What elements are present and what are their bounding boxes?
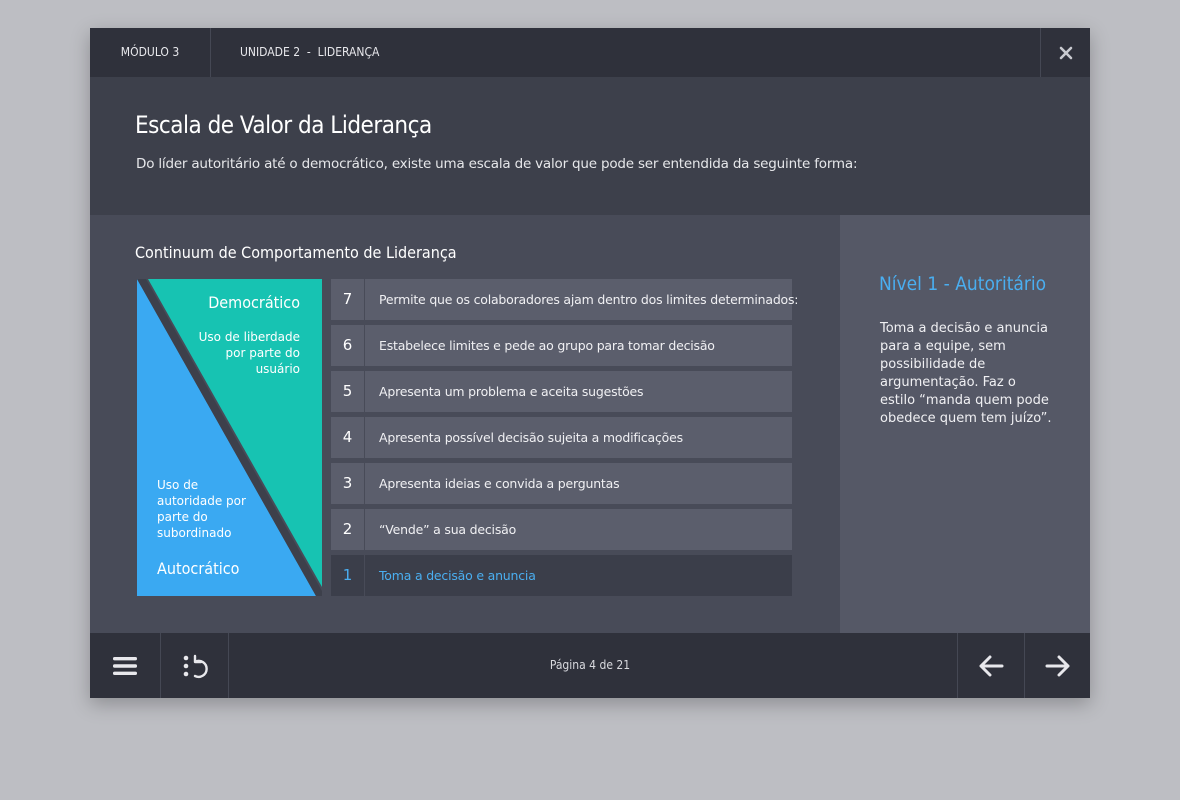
module-label: MÓDULO 3	[90, 28, 211, 77]
previous-page-button[interactable]	[957, 633, 1024, 698]
level-detail-text: Toma a decisão e anuncia para a equipe, …	[880, 321, 1052, 426]
level-row-2[interactable]: 2 “Vende” a sua decisão	[331, 509, 792, 550]
close-button[interactable]	[1040, 28, 1090, 77]
lesson-window: MÓDULO 3 UNIDADE 2 - LIDERANÇA Escala de…	[90, 28, 1090, 698]
level-number: 7	[331, 279, 365, 320]
footer-bar: Página 4 de 21	[90, 633, 1090, 698]
level-number: 2	[331, 509, 365, 550]
unit-label: UNIDADE 2 - LIDERANÇA	[240, 45, 380, 59]
level-row-5[interactable]: 5 Apresenta um problema e aceita sugestõ…	[331, 371, 792, 412]
page-indicator: Página 4 de 21	[549, 658, 631, 672]
level-row-1[interactable]: 1 Toma a decisão e anuncia	[331, 555, 792, 596]
arrow-left-icon	[979, 655, 1004, 676]
arrow-right-icon	[1045, 655, 1070, 676]
section-title: Continuum de Comportamento de Liderança	[135, 243, 457, 262]
page-title: Escala de Valor da Liderança	[135, 111, 432, 139]
level-text: Apresenta ideias e convida a perguntas	[379, 476, 620, 491]
continuum-triangles	[137, 279, 322, 596]
level-row-6[interactable]: 6 Estabelece limites e pede ao grupo par…	[331, 325, 792, 366]
democratic-title: Democrático	[208, 293, 300, 312]
level-detail-title: Nível 1 - Autoritário	[879, 273, 1047, 295]
close-icon	[1059, 46, 1072, 59]
level-number: 6	[331, 325, 365, 366]
page-header: Escala de Valor da Liderança Do líder au…	[90, 77, 1090, 215]
level-number: 4	[331, 417, 365, 458]
leadership-continuum-graphic: Democrático Uso de liberdade por parte d…	[137, 279, 322, 596]
democratic-description: Uso de liberdade por parte do usuário	[198, 330, 300, 376]
menu-icon	[113, 656, 137, 675]
menu-button[interactable]	[90, 633, 161, 698]
level-list: 7 Permite que os colaboradores ajam dent…	[331, 279, 799, 596]
level-text: Apresenta possível decisão sujeita a mod…	[379, 430, 683, 445]
restart-button[interactable]	[161, 633, 229, 698]
level-number: 1	[331, 555, 365, 596]
level-text: Apresenta um problema e aceita sugestões	[379, 384, 644, 399]
top-bar: MÓDULO 3 UNIDADE 2 - LIDERANÇA	[90, 28, 1090, 77]
autocratic-title: Autocrático	[157, 559, 240, 578]
page-subtitle: Do líder autoritário até o democrático, …	[136, 156, 858, 172]
level-row-4[interactable]: 4 Apresenta possível decisão sujeita a m…	[331, 417, 792, 458]
level-detail-panel: Nível 1 - Autoritário Toma a decisão e a…	[840, 215, 1090, 633]
content-area: Continuum de Comportamento de Liderança …	[90, 215, 840, 633]
level-number: 3	[331, 463, 365, 504]
next-page-button[interactable]	[1024, 633, 1091, 698]
level-text: Permite que os colaboradores ajam dentro…	[379, 292, 799, 307]
restart-icon	[183, 654, 208, 678]
level-number: 5	[331, 371, 365, 412]
autocratic-description: Uso de autoridade por parte do subordina…	[157, 478, 246, 540]
level-row-7[interactable]: 7 Permite que os colaboradores ajam dent…	[331, 279, 799, 320]
level-text: “Vende” a sua decisão	[379, 522, 517, 537]
level-text: Estabelece limites e pede ao grupo para …	[379, 338, 715, 353]
level-row-3[interactable]: 3 Apresenta ideias e convida a perguntas	[331, 463, 792, 504]
level-text: Toma a decisão e anuncia	[379, 568, 536, 583]
